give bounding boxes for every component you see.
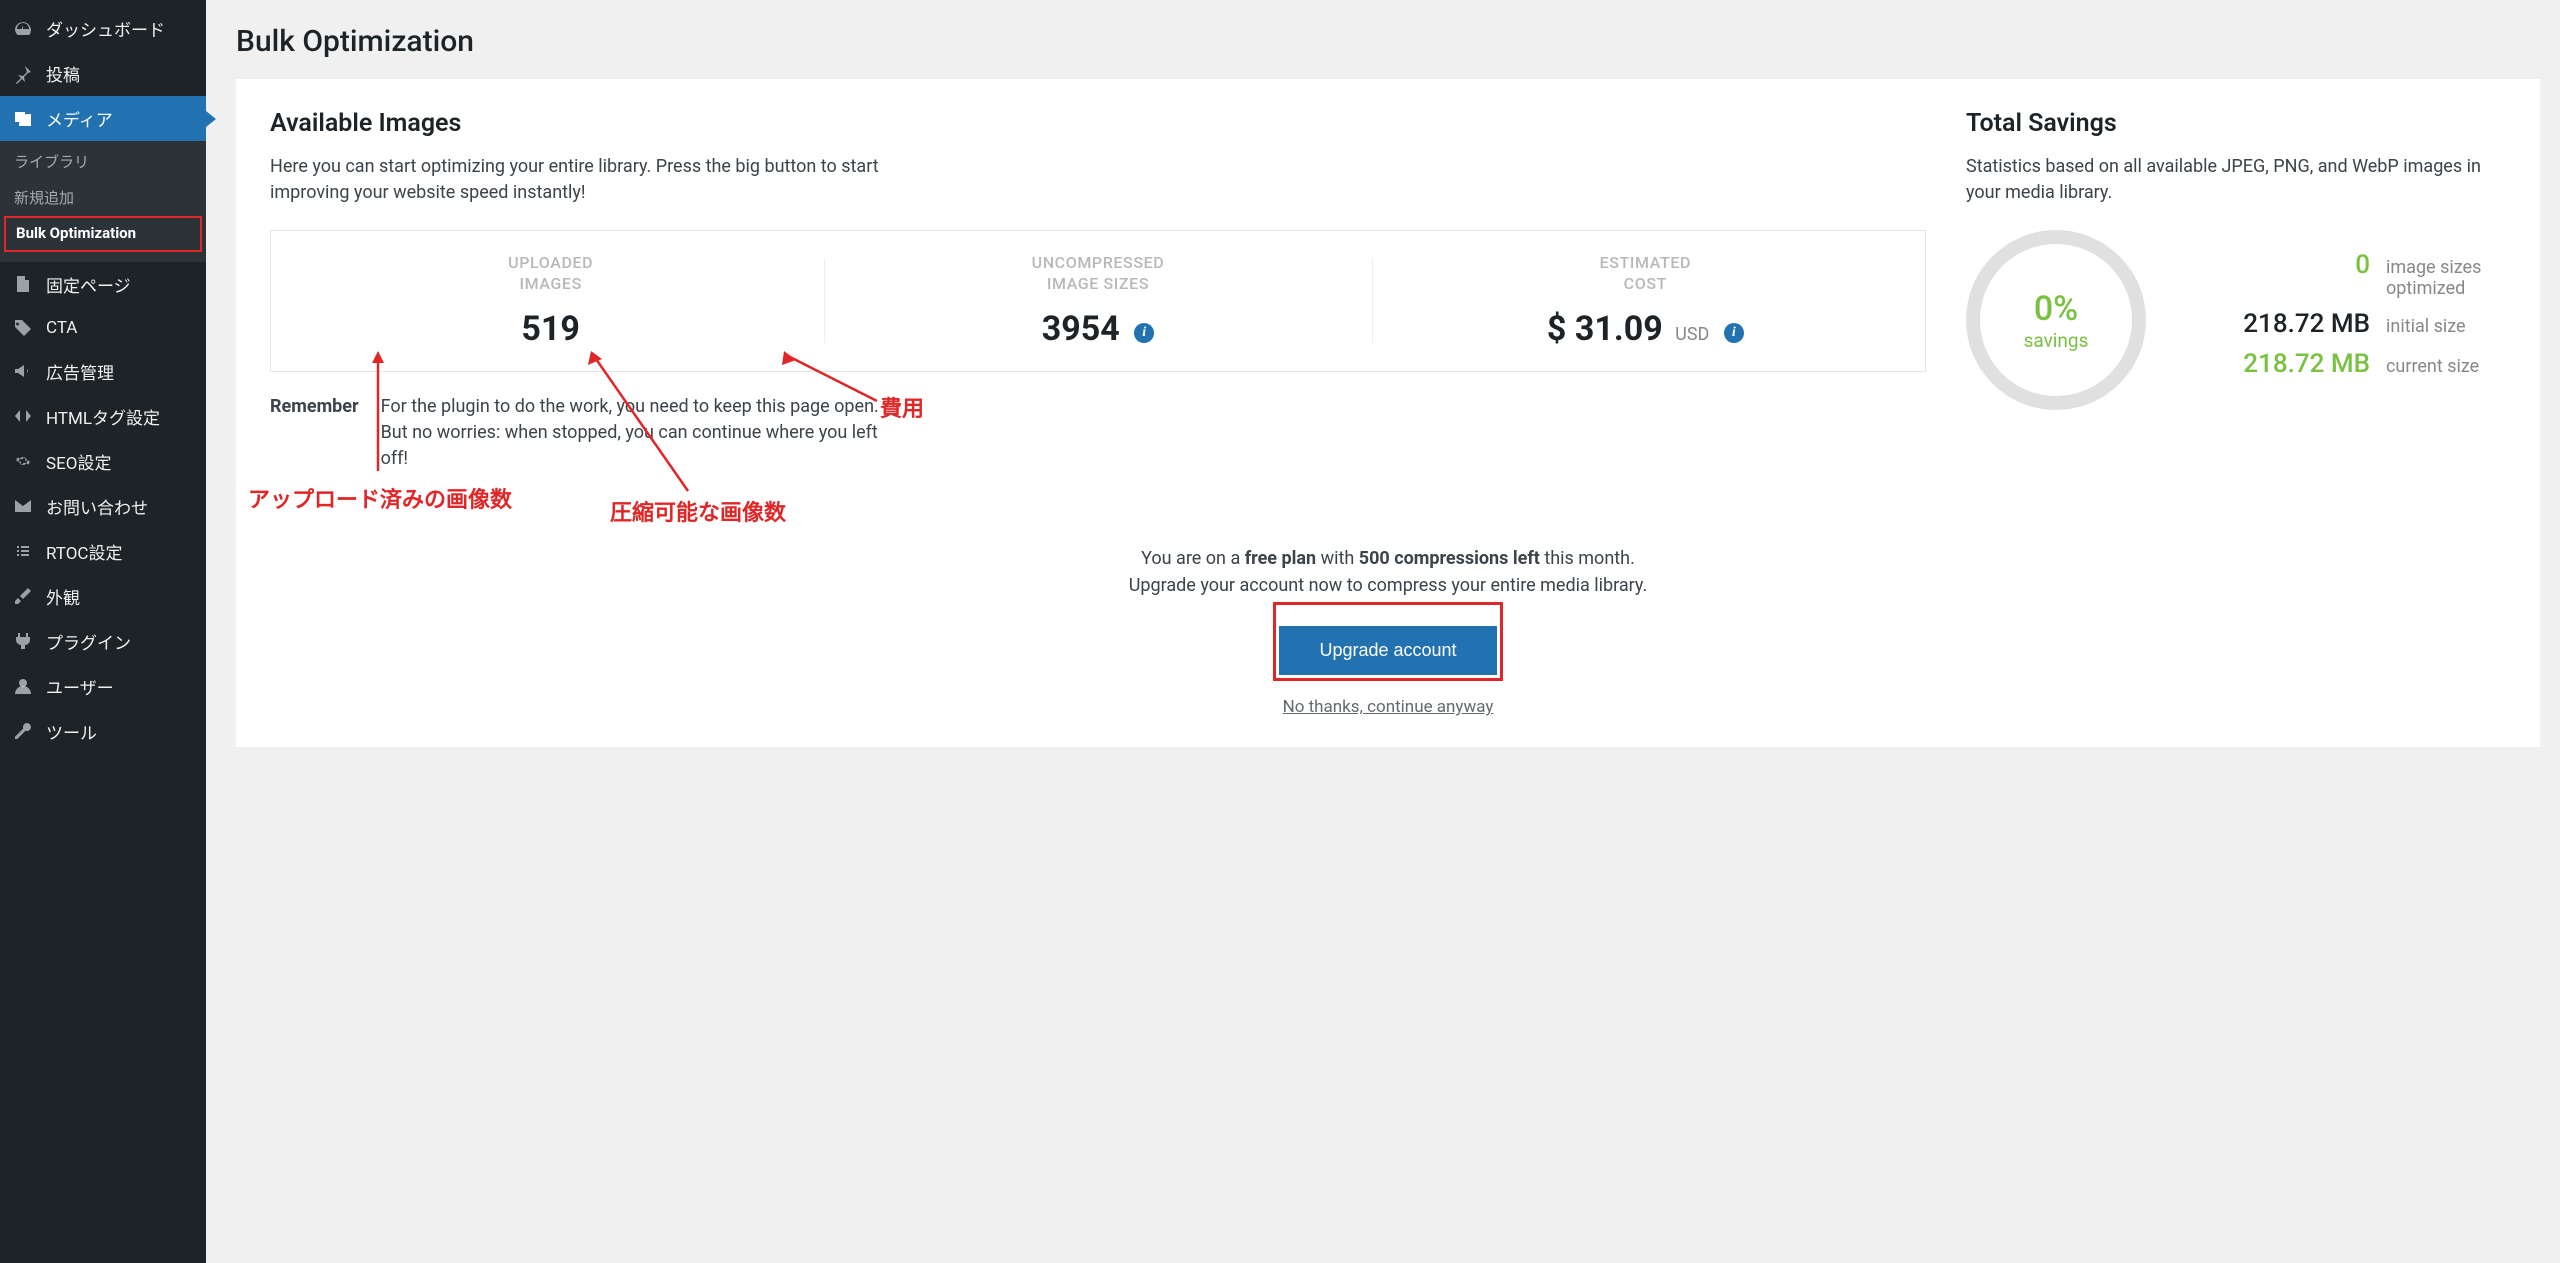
- media-icon: [12, 108, 34, 130]
- available-title: Available Images: [270, 109, 1926, 138]
- current-size: 218.72 MB: [2210, 349, 2370, 379]
- sidebar-label: ユーザー: [46, 674, 114, 699]
- stat-uncompressed: UNCOMPRESSED IMAGE SIZES 3954 i: [824, 253, 1371, 349]
- tag-icon: [12, 317, 34, 339]
- uploaded-images-value: 519: [277, 309, 824, 349]
- sidebar-submenu-media: ライブラリ 新規追加 Bulk Optimization: [0, 141, 206, 262]
- available-desc: Here you can start optimizing your entir…: [270, 154, 910, 206]
- plan-status-line: You are on a free plan with 500 compress…: [270, 548, 2506, 569]
- sidebar-item-media[interactable]: メディア: [0, 96, 206, 141]
- sidebar-item-htmltag[interactable]: HTMLタグ設定: [0, 394, 206, 439]
- sidebar-item-seo[interactable]: SEO設定: [0, 439, 206, 484]
- current-size-label: current size: [2386, 356, 2506, 377]
- sidebar-label: HTMLタグ設定: [46, 404, 160, 429]
- remember-text: For the plugin to do the work, you need …: [381, 394, 881, 472]
- brush-icon: [12, 585, 34, 607]
- estimated-cost-currency: USD: [1675, 324, 1709, 345]
- submenu-item-addnew[interactable]: 新規追加: [0, 181, 206, 217]
- pages-icon: [12, 273, 34, 295]
- sidebar-item-contact[interactable]: お問い合わせ: [0, 484, 206, 529]
- upgrade-account-button[interactable]: Upgrade account: [1279, 626, 1496, 675]
- annotation-uploaded: アップロード済みの画像数: [248, 482, 512, 514]
- dashboard-icon: [12, 18, 34, 40]
- savings-desc: Statistics based on all available JPEG, …: [1966, 154, 2506, 206]
- sidebar-item-rtoc[interactable]: RTOC設定: [0, 529, 206, 574]
- available-images-section: Available Images Here you can start opti…: [270, 109, 1926, 472]
- sidebar-item-posts[interactable]: 投稿: [0, 51, 206, 96]
- highlight-box: Upgrade account: [1273, 602, 1502, 681]
- estimated-cost-symbol: $: [1547, 309, 1567, 349]
- info-icon[interactable]: i: [1724, 323, 1744, 343]
- sidebar-label: ツール: [46, 719, 97, 744]
- highlight-box: Bulk Optimization: [4, 216, 202, 252]
- initial-size-label: initial size: [2386, 316, 2506, 337]
- cta-area: You are on a free plan with 500 compress…: [270, 512, 2506, 717]
- optimized-label: image sizes optimized: [2386, 257, 2506, 299]
- stats-box: UPLOADED IMAGES 519 UNCOMPRESSED IMAGE S…: [270, 230, 1926, 372]
- stat-estimated-cost: ESTIMATED COST $ 31.09 USD i: [1372, 253, 1919, 349]
- submenu-item-bulkoptimization[interactable]: Bulk Optimization: [14, 222, 192, 246]
- sidebar-label: ダッシュボード: [46, 16, 165, 41]
- plug-icon: [12, 630, 34, 652]
- sidebar-label: 固定ページ: [46, 272, 131, 297]
- content-card: Available Images Here you can start opti…: [236, 79, 2540, 747]
- estimated-cost-value: 31.09: [1575, 309, 1663, 349]
- sidebar-label: 広告管理: [46, 359, 114, 384]
- admin-sidebar: ダッシュボード 投稿 メディア ライブラリ 新規追加 Bulk Optimiza…: [0, 0, 206, 1263]
- wrench-icon: [12, 720, 34, 742]
- sidebar-label: 投稿: [46, 61, 80, 86]
- sidebar-item-dashboard[interactable]: ダッシュボード: [0, 6, 206, 51]
- submenu-item-library[interactable]: ライブラリ: [0, 145, 206, 181]
- main-content: Bulk Optimization Available Images Here …: [206, 0, 2560, 1263]
- envelope-icon: [12, 495, 34, 517]
- stat-uploaded-images: UPLOADED IMAGES 519: [277, 253, 824, 349]
- code-icon: [12, 405, 34, 427]
- savings-title: Total Savings: [1966, 109, 2506, 138]
- sidebar-label: RTOC設定: [46, 539, 122, 564]
- savings-table: 0 image sizes optimized 218.72 MB initia…: [2176, 250, 2506, 389]
- list-icon: [12, 540, 34, 562]
- sidebar-item-cta[interactable]: CTA: [0, 307, 206, 349]
- sidebar-item-appearance[interactable]: 外観: [0, 574, 206, 619]
- savings-percent: 0%: [2034, 289, 2078, 329]
- uncompressed-value: 3954: [1042, 309, 1120, 349]
- page-title: Bulk Optimization: [236, 24, 2540, 59]
- total-savings-section: Total Savings Statistics based on all av…: [1966, 109, 2506, 472]
- savings-ring: 0% savings: [1966, 230, 2146, 410]
- remember-label: Remember: [270, 394, 359, 472]
- sidebar-label: 外観: [46, 584, 80, 609]
- upgrade-hint-line: Upgrade your account now to compress you…: [270, 575, 2506, 596]
- sidebar-label: SEO設定: [46, 449, 111, 474]
- sidebar-item-plugins[interactable]: プラグイン: [0, 619, 206, 664]
- megaphone-icon: [12, 360, 34, 382]
- sidebar-item-ads[interactable]: 広告管理: [0, 349, 206, 394]
- sidebar-label: お問い合わせ: [46, 494, 148, 519]
- sidebar-item-tools[interactable]: ツール: [0, 709, 206, 754]
- sidebar-label: CTA: [46, 318, 77, 338]
- savings-percent-label: savings: [2024, 329, 2089, 352]
- initial-size: 218.72 MB: [2210, 309, 2370, 339]
- gear-icon: [12, 450, 34, 472]
- remember-row: Remember For the plugin to do the work, …: [270, 394, 1926, 472]
- pin-icon: [12, 63, 34, 85]
- sidebar-item-pages[interactable]: 固定ページ: [0, 262, 206, 307]
- no-thanks-link[interactable]: No thanks, continue anyway: [1283, 697, 1494, 717]
- optimized-count: 0: [2210, 250, 2370, 280]
- user-icon: [12, 675, 34, 697]
- info-icon[interactable]: i: [1134, 323, 1154, 343]
- sidebar-item-users[interactable]: ユーザー: [0, 664, 206, 709]
- sidebar-label: メディア: [46, 106, 113, 131]
- sidebar-label: プラグイン: [46, 629, 131, 654]
